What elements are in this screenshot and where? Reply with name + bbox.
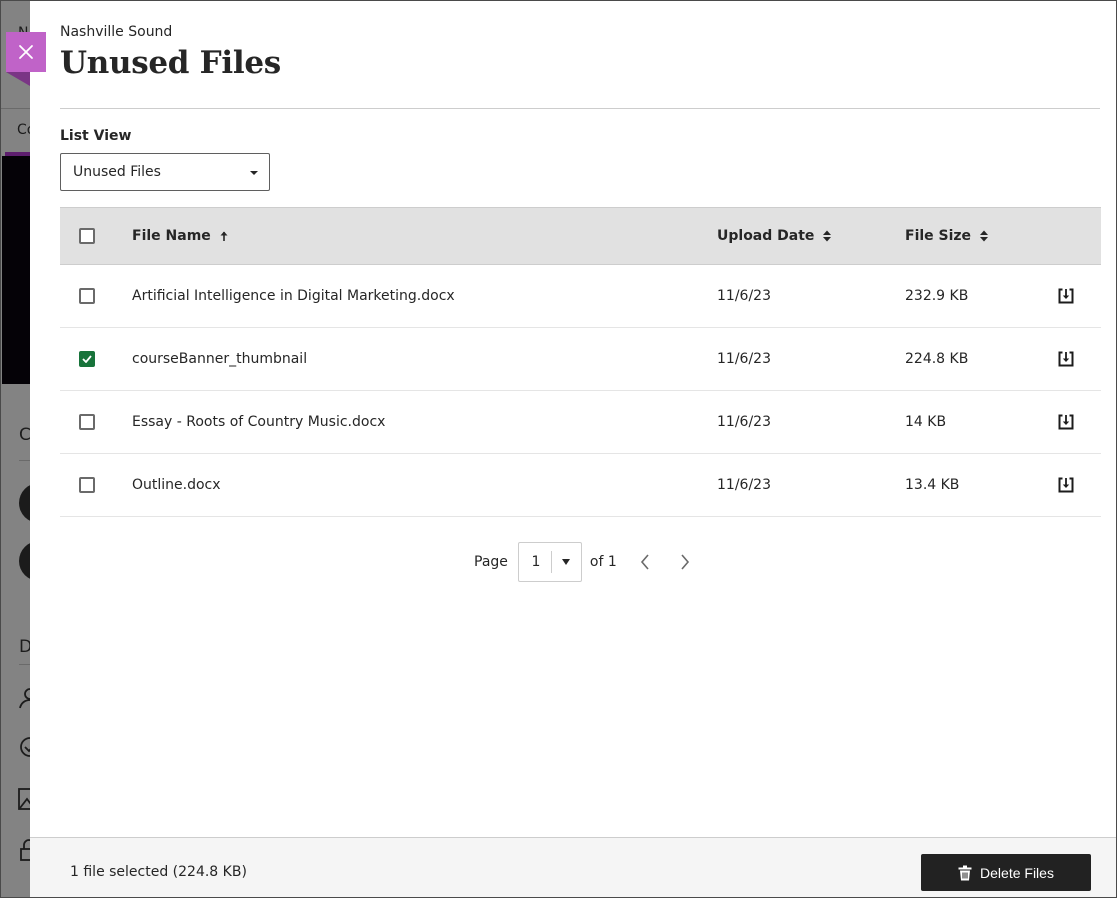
caret-down-icon: [561, 559, 570, 565]
file-name: Artificial Intelligence in Digital Marke…: [132, 288, 455, 304]
upload-date: 11/6/23: [717, 288, 771, 304]
download-button[interactable]: [1056, 286, 1076, 306]
checkmark-icon: [82, 355, 92, 363]
download-icon: [1058, 351, 1074, 367]
upload-date: 11/6/23: [717, 351, 771, 367]
upload-date: 11/6/23: [717, 414, 771, 430]
table-row: Essay - Roots of Country Music.docx 11/6…: [60, 391, 1101, 454]
panel-header: Nashville Sound Unused Files: [60, 1, 1100, 109]
current-page: 1: [531, 554, 541, 570]
download-button[interactable]: [1056, 412, 1076, 432]
delete-files-button[interactable]: Delete Files: [921, 854, 1091, 891]
chevron-down-icon: [250, 171, 258, 175]
file-name: courseBanner_thumbnail: [132, 351, 308, 367]
footer-bar: 1 file selected (224.8 KB) Delete Files: [30, 837, 1116, 897]
arrow-up-icon: [219, 230, 229, 242]
table-row: courseBanner_thumbnail 11/6/23 224.8 KB: [60, 328, 1101, 391]
file-size: 232.9 KB: [905, 288, 969, 304]
delete-files-label: Delete Files: [980, 864, 1054, 881]
trash-icon: [958, 865, 972, 881]
download-button[interactable]: [1056, 349, 1076, 369]
files-table: File Name Upload Date File Size Artifici…: [60, 207, 1101, 517]
download-icon: [1058, 414, 1074, 430]
course-name: Nashville Sound: [60, 24, 173, 40]
upload-date: 11/6/23: [717, 477, 771, 493]
column-file-size[interactable]: File Size: [905, 208, 989, 264]
column-file-name[interactable]: File Name: [132, 208, 229, 264]
page-label: Page: [474, 554, 508, 570]
file-name: Essay - Roots of Country Music.docx: [132, 414, 386, 430]
table-row: Outline.docx 11/6/23 13.4 KB: [60, 454, 1101, 517]
unused-files-panel: Nashville Sound Unused Files List View U…: [30, 1, 1116, 897]
select-all-checkbox[interactable]: [79, 228, 95, 244]
column-upload-date[interactable]: Upload Date: [717, 208, 832, 264]
row-checkbox[interactable]: [79, 351, 95, 367]
list-view-selected: Unused Files: [73, 164, 161, 180]
sort-icon: [822, 229, 832, 243]
file-size: 224.8 KB: [905, 351, 969, 367]
selection-summary: 1 file selected (224.8 KB): [70, 864, 247, 880]
page-title: Unused Files: [60, 45, 281, 81]
table-row: Artificial Intelligence in Digital Marke…: [60, 265, 1101, 328]
pagination: Page 1 of 1: [474, 541, 695, 583]
close-icon: [19, 45, 33, 59]
previous-page-button[interactable]: [635, 552, 655, 572]
close-tab-fold: [6, 72, 30, 86]
download-icon: [1058, 288, 1074, 304]
chevron-left-icon: [640, 554, 649, 570]
row-checkbox[interactable]: [79, 414, 95, 430]
row-checkbox[interactable]: [79, 288, 95, 304]
sort-icon: [979, 229, 989, 243]
next-page-button[interactable]: [675, 552, 695, 572]
download-icon: [1058, 477, 1074, 493]
table-header: File Name Upload Date File Size: [60, 207, 1101, 265]
row-checkbox[interactable]: [79, 477, 95, 493]
close-panel-button[interactable]: [6, 32, 46, 72]
chevron-right-icon: [681, 554, 689, 570]
file-size: 14 KB: [905, 414, 947, 430]
list-view-dropdown[interactable]: Unused Files: [60, 153, 270, 191]
file-name: Outline.docx: [132, 477, 221, 493]
list-view-label: List View: [60, 128, 132, 144]
file-size: 13.4 KB: [905, 477, 960, 493]
download-button[interactable]: [1056, 475, 1076, 495]
page-count: of 1: [589, 554, 617, 570]
page-number-dropdown[interactable]: 1: [517, 542, 582, 582]
